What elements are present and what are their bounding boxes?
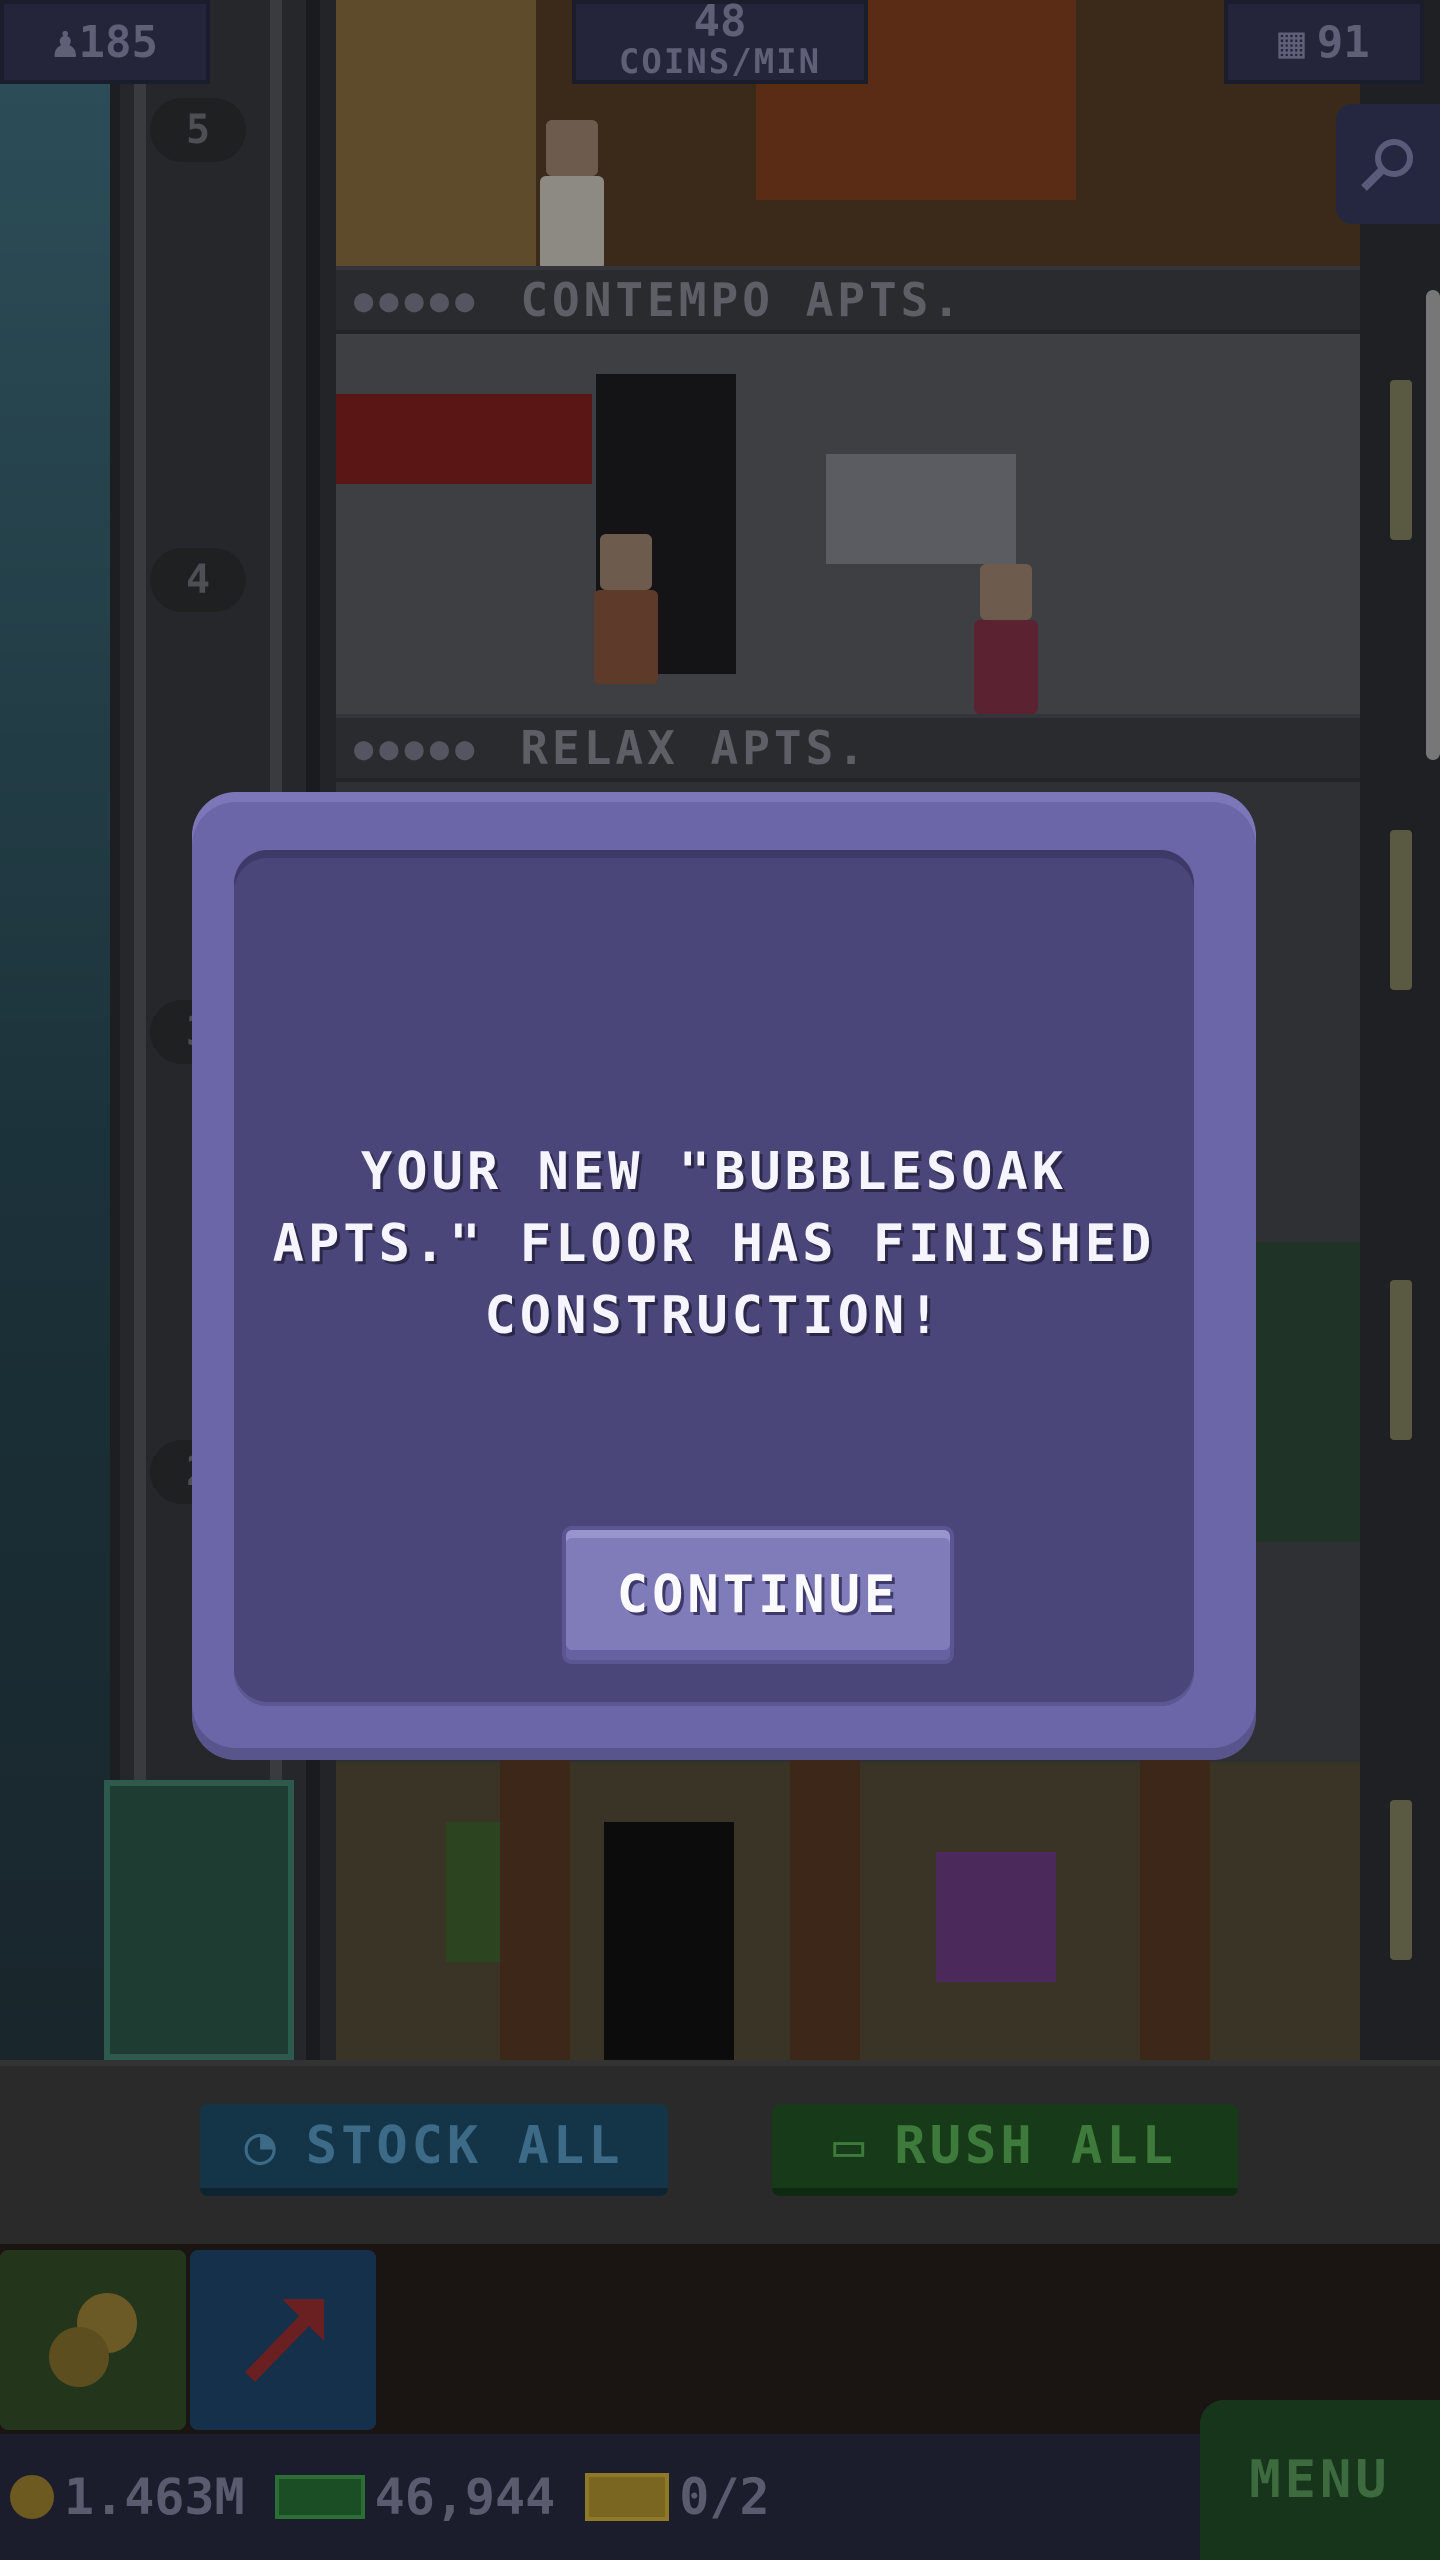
stock-all-button[interactable]: ◔ STOCK ALL	[200, 2104, 668, 2196]
resident[interactable]	[586, 534, 666, 684]
floor-number-marker: 4	[150, 548, 246, 612]
population-counter: ♟ 185	[0, 0, 210, 84]
lobby-pillar	[790, 1760, 860, 2060]
floor-name: RELAX APTS.	[520, 721, 869, 775]
floor-contempo[interactable]	[336, 334, 1360, 714]
window-slot	[1390, 380, 1412, 540]
floor-number-marker: 5	[150, 98, 246, 162]
rush-all-button[interactable]: ▭ RUSH ALL	[772, 2104, 1238, 2196]
lobby-elevator-door[interactable]	[104, 1780, 294, 2060]
floors-counter: ▦ 91	[1224, 0, 1424, 84]
floor-stars: ●●●●●	[354, 281, 481, 319]
resident[interactable]	[532, 120, 612, 266]
floor-label-contempo: ●●●●● CONTEMPO APTS.	[336, 266, 1360, 330]
floor-name: CONTEMPO APTS.	[520, 273, 965, 327]
window-slot	[1390, 1800, 1412, 1960]
bux-icon: ▭	[833, 2116, 869, 2176]
build-floor-button[interactable]	[190, 2250, 376, 2430]
dialog-panel: YOUR NEW "BUBBLESOAK APTS." FLOOR HAS FI…	[234, 850, 1194, 1706]
collect-coins-button[interactable]	[0, 2250, 186, 2430]
search-button[interactable]	[1336, 104, 1440, 224]
coins-rate-unit: COINS/MIN	[618, 42, 822, 82]
clock-icon: ◔	[244, 2116, 280, 2176]
floor-label-relax: ●●●●● RELAX APTS.	[336, 714, 1360, 778]
person-icon: ♟	[52, 16, 79, 68]
search-icon	[1361, 139, 1413, 191]
tickets-value: 0/2	[679, 2468, 770, 2526]
continue-button[interactable]: CONTINUE	[562, 1526, 954, 1664]
room-art	[826, 454, 1016, 564]
scrollbar-thumb[interactable]	[1426, 290, 1440, 760]
bux-icon	[274, 2475, 365, 2519]
resident[interactable]	[966, 564, 1046, 714]
lobby-pillar	[500, 1760, 570, 2060]
coins-icon	[49, 2293, 137, 2387]
lobby-painting	[936, 1852, 1056, 1982]
coins-balance: 1.463M	[10, 2468, 245, 2526]
menu-button[interactable]: MENU	[1200, 2400, 1440, 2560]
construction-complete-dialog: YOUR NEW "BUBBLESOAK APTS." FLOOR HAS FI…	[192, 792, 1256, 1760]
floor-stars: ●●●●●	[354, 729, 481, 767]
window-slot	[1390, 1280, 1412, 1440]
tickets-balance: 0/2	[585, 2468, 770, 2526]
stock-all-label: STOCK ALL	[305, 2116, 624, 2176]
population-value: 185	[78, 16, 158, 68]
dialog-message: YOUR NEW "BUBBLESOAK APTS." FLOOR HAS FI…	[272, 1142, 1156, 1346]
elevator-rail	[134, 0, 146, 2060]
arrow-up-icon	[244, 2299, 324, 2382]
rush-all-label: RUSH ALL	[894, 2116, 1177, 2176]
coins-rate-value: 48	[693, 0, 747, 47]
bux-balance: 46,944	[274, 2468, 556, 2526]
ticket-icon	[585, 2473, 670, 2521]
building-icon: ▦	[1278, 16, 1305, 68]
room-stripe	[336, 394, 592, 484]
bux-value: 46,944	[374, 2468, 556, 2526]
coin-icon	[10, 2475, 54, 2519]
room-window	[336, 0, 536, 266]
coins-value: 1.463M	[64, 2468, 245, 2526]
lobby-pillar	[1140, 1760, 1210, 2060]
coins-rate-counter: 48 COINS/MIN	[572, 0, 868, 84]
window-slot	[1390, 830, 1412, 990]
sky-background	[0, 0, 110, 2060]
lobby-doorway	[604, 1822, 734, 2060]
floors-value: 91	[1316, 16, 1370, 68]
